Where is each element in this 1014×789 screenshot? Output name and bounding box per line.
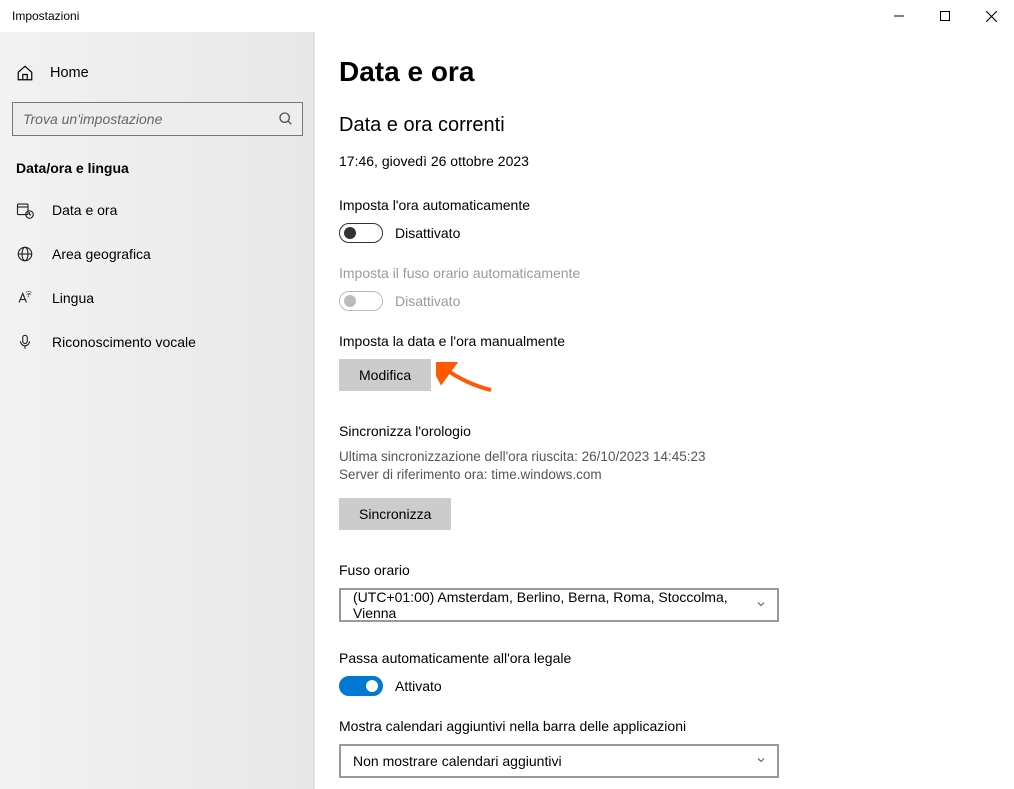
- modify-button[interactable]: Modifica: [339, 359, 431, 391]
- auto-timezone-label: Imposta il fuso orario automaticamente: [339, 265, 1014, 281]
- auto-time-toggle[interactable]: [339, 223, 383, 243]
- additional-calendars-value: Non mostrare calendari aggiuntivi: [353, 753, 562, 769]
- svg-text:字: 字: [26, 291, 32, 299]
- sidebar-item-label: Area geografica: [52, 246, 151, 262]
- sidebar-item-date-time[interactable]: Data e ora: [0, 188, 315, 232]
- dst-toggle[interactable]: [339, 676, 383, 696]
- sync-last-success: Ultima sincronizzazione dell'ora riuscit…: [339, 449, 1014, 464]
- sidebar-item-speech[interactable]: Riconoscimento vocale: [0, 320, 315, 364]
- sidebar-item-label: Lingua: [52, 290, 94, 306]
- timezone-select[interactable]: (UTC+01:00) Amsterdam, Berlino, Berna, R…: [339, 588, 779, 622]
- additional-calendars-label: Mostra calendari aggiuntivi nella barra …: [339, 718, 1014, 734]
- sidebar-item-region[interactable]: Area geografica: [0, 232, 315, 276]
- sync-server: Server di riferimento ora: time.windows.…: [339, 467, 1014, 482]
- auto-time-label: Imposta l'ora automaticamente: [339, 197, 1014, 213]
- search-box[interactable]: [12, 102, 303, 136]
- globe-icon: [16, 245, 34, 263]
- current-datetime-heading: Data e ora correnti: [339, 114, 1014, 137]
- page-title: Data e ora: [339, 56, 1014, 88]
- manual-datetime-label: Imposta la data e l'ora manualmente: [339, 333, 1014, 349]
- maximize-button[interactable]: [922, 0, 968, 32]
- sidebar-section-title: Data/ora e lingua: [0, 152, 315, 188]
- minimize-button[interactable]: [876, 0, 922, 32]
- chevron-down-icon: [755, 597, 767, 613]
- timezone-value: (UTC+01:00) Amsterdam, Berlino, Berna, R…: [353, 589, 755, 621]
- titlebar: Impostazioni: [0, 0, 1014, 32]
- sidebar-home[interactable]: Home: [0, 54, 315, 92]
- additional-calendars-select[interactable]: Non mostrare calendari aggiuntivi: [339, 744, 779, 778]
- close-button[interactable]: [968, 0, 1014, 32]
- main-content: Data e ora Data e ora correnti 17:46, gi…: [315, 32, 1014, 789]
- microphone-icon: [16, 333, 34, 351]
- current-datetime-value: 17:46, giovedì 26 ottobre 2023: [339, 153, 1014, 169]
- sidebar: Home Data/ora e lingua Data e ora Area g…: [0, 32, 315, 789]
- sidebar-item-language[interactable]: 字 Lingua: [0, 276, 315, 320]
- sidebar-item-label: Data e ora: [52, 202, 117, 218]
- search-icon: [278, 111, 294, 127]
- sidebar-item-label: Riconoscimento vocale: [52, 334, 196, 350]
- home-icon: [16, 64, 34, 82]
- search-input[interactable]: [23, 111, 278, 127]
- timezone-heading: Fuso orario: [339, 562, 1014, 578]
- chevron-down-icon: [755, 753, 767, 769]
- auto-timezone-state: Disattivato: [395, 293, 460, 309]
- sidebar-home-label: Home: [50, 65, 89, 81]
- window-title: Impostazioni: [12, 9, 79, 23]
- calendar-clock-icon: [16, 201, 34, 219]
- dst-label: Passa automaticamente all'ora legale: [339, 650, 1014, 666]
- sync-button[interactable]: Sincronizza: [339, 498, 451, 530]
- auto-timezone-toggle: [339, 291, 383, 311]
- language-icon: 字: [16, 289, 34, 307]
- auto-time-state: Disattivato: [395, 225, 460, 241]
- sync-clock-heading: Sincronizza l'orologio: [339, 423, 1014, 439]
- window-controls: [876, 0, 1014, 32]
- dst-state: Attivato: [395, 678, 442, 694]
